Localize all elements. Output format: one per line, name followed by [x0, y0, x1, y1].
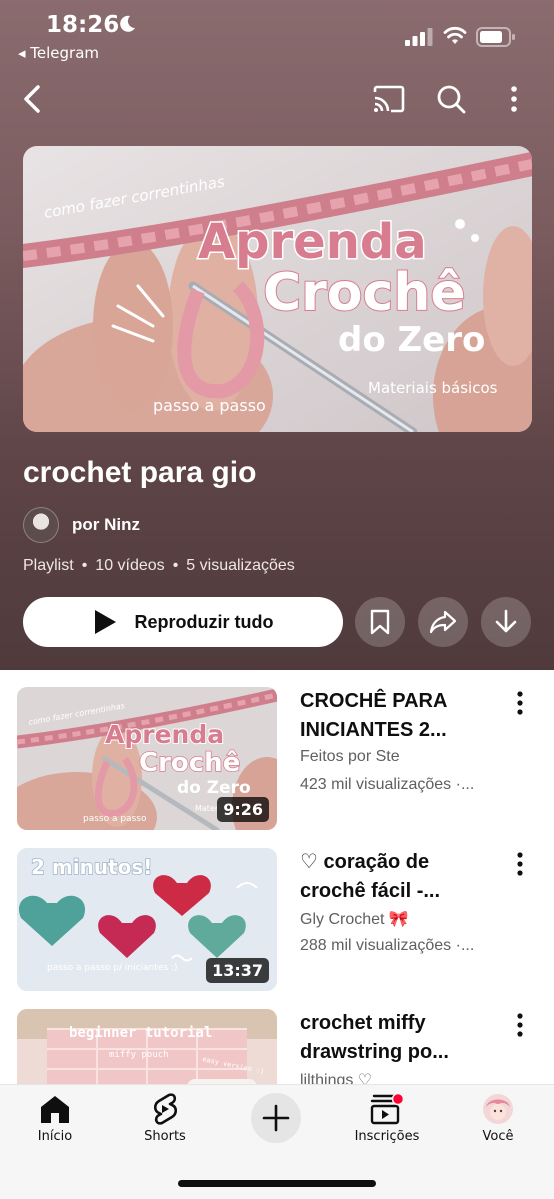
thumb-line3: do Zero	[177, 778, 251, 798]
download-button[interactable]	[481, 597, 531, 647]
owner-name[interactable]: por Ninz	[72, 515, 140, 535]
thumb-line2: Crochê	[263, 263, 466, 323]
share-icon	[429, 610, 457, 634]
search-icon	[437, 85, 466, 114]
save-playlist-button[interactable]	[355, 597, 405, 647]
video-duration: 9:26	[217, 797, 269, 822]
video-channel: lilthings ♡	[300, 1072, 373, 1084]
video-list: como fazer correntinhas Aprenda Crochê d…	[0, 670, 554, 1084]
top-nav	[0, 76, 554, 122]
search-button[interactable]	[428, 76, 474, 122]
more-vert-icon	[517, 691, 523, 715]
thumb-line1: Aprenda	[105, 720, 224, 749]
back-to-app-link[interactable]: ◂ Telegram	[18, 44, 99, 62]
video-item[interactable]: 2 minutos! passo a passo p/ iniciantes :…	[0, 831, 554, 991]
create-button[interactable]	[251, 1093, 301, 1143]
more-vert-icon	[511, 86, 517, 112]
tab-home[interactable]: Início	[5, 1091, 105, 1151]
video-thumbnail[interactable]: beginner tutorial miffy pouch easy versi…	[17, 1009, 277, 1084]
playlist-thumbnail[interactable]: como fazer correntinhas Aprenda Crochê d…	[23, 146, 532, 432]
back-button[interactable]	[10, 76, 56, 122]
tab-you[interactable]: Você	[448, 1091, 548, 1151]
thumb-bottom-left: passo a passo p/ iniciantes :)	[47, 963, 177, 973]
battery-icon	[476, 27, 515, 47]
video-thumbnail[interactable]: 2 minutos! passo a passo p/ iniciantes :…	[17, 848, 277, 991]
thumbnail-artwork: como fazer correntinhas Aprenda Crochê d…	[23, 146, 532, 432]
video-title[interactable]: crochet miffy drawstring po...	[300, 1009, 500, 1067]
thumb-bottom-right: Materiais básicos	[368, 379, 498, 397]
video-title[interactable]: CROCHÊ PARA INICIANTES 2...	[300, 687, 500, 745]
thumbnail-artwork: beginner tutorial miffy pouch easy versi…	[17, 1009, 277, 1084]
playlist-type: Playlist	[23, 557, 74, 574]
thumb-top-text: 2 minutos!	[31, 855, 152, 879]
home-indicator[interactable]	[178, 1180, 376, 1187]
bookmark-icon	[370, 609, 390, 635]
tab-home-label: Início	[37, 1129, 73, 1144]
video-views: 288 mil visualizações ·...	[300, 937, 475, 954]
thumb-bottom-left: passo a passo	[83, 814, 147, 824]
playlist-meta: Playlist • 10 vídeos • 5 visualizações	[23, 557, 295, 574]
thumb-top-text: beginner tutorial	[69, 1025, 212, 1041]
video-more-button[interactable]	[508, 688, 532, 718]
video-count: 10 vídeos	[95, 557, 165, 574]
play-all-label: Reproduzir tudo	[134, 611, 274, 632]
video-more-button[interactable]	[508, 849, 532, 879]
more-vert-icon	[517, 852, 523, 876]
tab-you-label: Você	[482, 1129, 514, 1144]
back-arrow-icon	[24, 85, 40, 113]
video-item[interactable]: como fazer correntinhas Aprenda Crochê d…	[0, 670, 554, 830]
video-channel: Gly Crochet 🎀	[300, 911, 409, 928]
video-duration: 13:37	[206, 958, 269, 983]
thumb-line3: do Zero	[338, 320, 485, 360]
video-channel: Feitos por Ste	[300, 748, 400, 765]
status-time: 18:26	[46, 12, 120, 38]
video-views: 423 mil visualizações ·...	[300, 776, 475, 793]
video-item[interactable]: beginner tutorial miffy pouch easy versi…	[0, 992, 554, 1084]
thumb-bottom-left: passo a passo	[153, 396, 266, 415]
owner-avatar[interactable]	[23, 507, 59, 543]
video-thumbnail[interactable]: como fazer correntinhas Aprenda Crochê d…	[17, 687, 277, 830]
more-vert-icon	[517, 1013, 523, 1037]
play-icon	[94, 610, 116, 634]
playlist-title: crochet para gio	[23, 456, 257, 489]
more-options-button[interactable]	[491, 76, 537, 122]
thumb-line1: Aprenda	[198, 214, 427, 270]
shorts-icon	[153, 1093, 178, 1125]
wifi-icon	[443, 26, 467, 44]
moon-icon	[120, 15, 135, 32]
play-all-button[interactable]: Reproduzir tudo	[23, 597, 343, 647]
video-more-button[interactable]	[508, 1010, 532, 1040]
download-icon	[495, 609, 517, 633]
share-button[interactable]	[418, 597, 468, 647]
video-title[interactable]: ♡ coração de crochê fácil -...	[300, 848, 500, 906]
view-count: 5 visualizações	[186, 557, 295, 574]
cast-button[interactable]	[366, 76, 412, 122]
home-icon	[41, 1096, 69, 1123]
cast-icon	[373, 85, 405, 113]
tab-subscriptions[interactable]: Inscrições	[337, 1091, 437, 1151]
thumb-line2: Crochê	[139, 748, 240, 778]
subscriptions-icon	[370, 1093, 404, 1125]
profile-avatar	[483, 1094, 513, 1124]
signal-icon	[405, 28, 433, 46]
thumb-mid-text: miffy pouch	[109, 1050, 169, 1060]
tab-subscriptions-label: Inscrições	[354, 1129, 420, 1144]
status-bar: 18:26 ◂ Telegram	[0, 0, 554, 70]
plus-icon	[262, 1104, 290, 1132]
tab-shorts[interactable]: Shorts	[115, 1091, 215, 1151]
tab-shorts-label: Shorts	[144, 1129, 186, 1144]
